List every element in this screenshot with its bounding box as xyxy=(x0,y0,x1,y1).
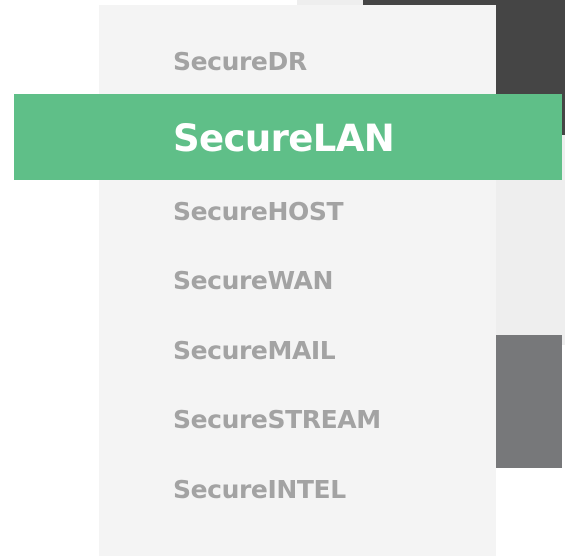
menu-item-securehost[interactable]: SecureHOST xyxy=(173,199,344,224)
menu-item-secureintel[interactable]: SecureINTEL xyxy=(173,477,346,502)
menu-item-label-active: SecureLAN xyxy=(173,117,395,160)
menu-item-securestream[interactable]: SecureSTREAM xyxy=(173,407,381,432)
menu-item-securemail[interactable]: SecureMAIL xyxy=(173,338,336,363)
menu-item-securewan[interactable]: SecureWAN xyxy=(173,268,333,293)
product-menu-graphic: SecureDR SecureLAN SecureHOST SecureWAN … xyxy=(0,0,565,556)
menu-item-securedr[interactable]: SecureDR xyxy=(173,49,307,74)
menu-item-securelan-active[interactable]: SecureLAN xyxy=(14,94,562,180)
